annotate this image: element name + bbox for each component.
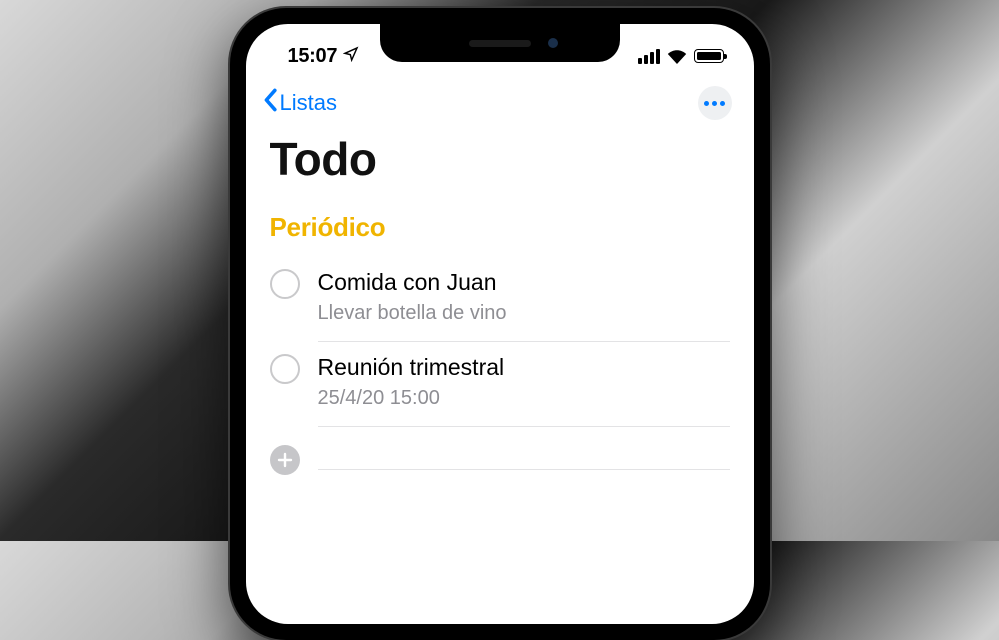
notch [380, 24, 620, 62]
status-right [638, 49, 724, 64]
reminder-complete-radio[interactable] [270, 269, 300, 299]
ellipsis-icon [704, 101, 725, 106]
reminder-subtitle: Llevar botella de vino [318, 300, 730, 327]
reminder-item[interactable]: Comida con Juan Llevar botella de vino [246, 257, 754, 342]
back-button[interactable]: Listas [262, 88, 337, 118]
reminder-complete-radio[interactable] [270, 354, 300, 384]
phone-frame: 15:07 [230, 8, 770, 640]
reminder-body: Reunión trimestral 25/4/20 15:00 [318, 352, 730, 427]
location-icon [343, 45, 359, 68]
reminder-item[interactable]: Reunión trimestral 25/4/20 15:00 [246, 342, 754, 427]
reminder-subtitle: 25/4/20 15:00 [318, 385, 730, 412]
section-header: Periódico [246, 206, 754, 257]
reminder-title: Comida con Juan [318, 267, 730, 298]
cellular-signal-icon [638, 49, 660, 64]
reminder-body: Comida con Juan Llevar botella de vino [318, 267, 730, 342]
status-time: 15:07 [288, 45, 338, 68]
nav-bar: Listas [246, 74, 754, 128]
wifi-icon [667, 49, 687, 64]
page-title: Todo [246, 128, 754, 206]
battery-icon [694, 49, 724, 63]
chevron-left-icon [262, 88, 278, 118]
more-button[interactable] [698, 86, 732, 120]
reminder-title: Reunión trimestral [318, 352, 730, 383]
add-reminder-row[interactable] [246, 427, 754, 475]
divider [318, 450, 730, 470]
back-label: Listas [280, 90, 337, 116]
screen: 15:07 [246, 24, 754, 624]
status-left: 15:07 [288, 45, 360, 68]
add-icon[interactable] [270, 445, 300, 475]
